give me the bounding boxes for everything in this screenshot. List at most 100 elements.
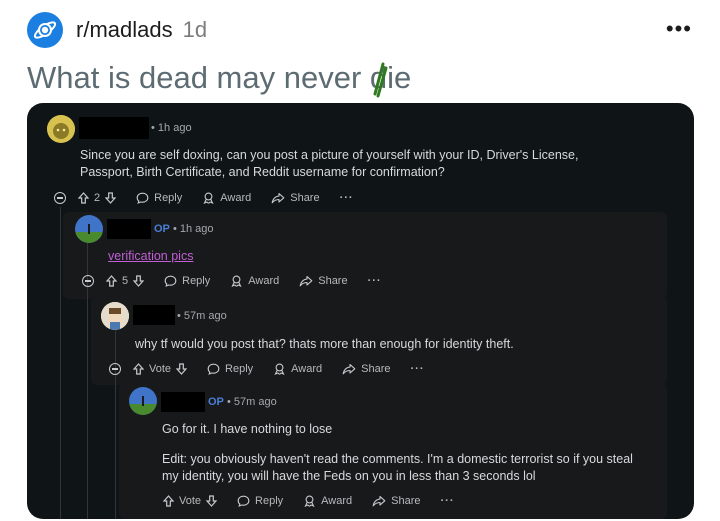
- redacted-username: [133, 305, 175, 325]
- collapse-icon[interactable]: [82, 275, 94, 287]
- upvote-icon[interactable]: [78, 192, 89, 204]
- share-icon: [342, 363, 356, 375]
- scribble-mark-icon: [373, 62, 388, 98]
- reply-label: Reply: [255, 495, 284, 507]
- comment-meta: OP • 1h ago: [154, 223, 214, 235]
- share-button[interactable]: Share: [372, 495, 421, 507]
- award-icon: [203, 192, 214, 204]
- reply-button[interactable]: Reply: [164, 275, 210, 287]
- more-options-icon[interactable]: •••: [666, 18, 692, 40]
- award-button[interactable]: Award: [230, 275, 279, 287]
- subreddit-name[interactable]: r/madlads: [76, 17, 173, 43]
- avatar[interactable]: [47, 115, 75, 143]
- more-actions-button[interactable]: ···: [411, 363, 425, 375]
- comment-text: why tf would you post that? thats more t…: [135, 337, 514, 351]
- share-icon: [299, 275, 313, 287]
- award-label: Award: [321, 495, 353, 507]
- vote-control: Vote: [133, 363, 188, 375]
- comment-meta: • 57m ago: [177, 310, 227, 322]
- more-actions-button[interactable]: ···: [441, 495, 455, 507]
- reply-icon: [237, 495, 250, 507]
- redacted-username: [79, 117, 149, 139]
- reply-label: Reply: [182, 275, 211, 287]
- comment-edit-text: Edit: you obviously haven't read the com…: [162, 452, 633, 483]
- comment-time: 57m ago: [183, 310, 227, 322]
- upvote-icon[interactable]: [106, 275, 117, 287]
- planet-icon: [33, 21, 57, 39]
- reply-label: Reply: [225, 363, 254, 375]
- award-icon: [274, 363, 285, 375]
- comment-actions: Vote Reply Award Share ···: [109, 359, 445, 379]
- comment-text: Since you are self doxing, can you post …: [80, 148, 579, 179]
- comment-time: 57m ago: [233, 396, 277, 408]
- share-button[interactable]: Share: [271, 192, 320, 204]
- award-button[interactable]: Award: [202, 192, 251, 204]
- thread-line: [60, 207, 61, 519]
- share-icon: [271, 192, 285, 204]
- collapse-icon[interactable]: [109, 363, 121, 375]
- avatar-cat-icon: [47, 115, 75, 143]
- subreddit-icon[interactable]: [27, 12, 63, 48]
- op-badge: OP: [154, 223, 170, 235]
- reply-button[interactable]: Reply: [136, 192, 182, 204]
- avatar[interactable]: [75, 215, 103, 243]
- reply-icon: [136, 192, 149, 204]
- vote-label: Vote: [179, 495, 202, 507]
- award-button[interactable]: Award: [303, 495, 352, 507]
- share-button[interactable]: Share: [342, 363, 391, 375]
- avatar-landscape-icon: [129, 387, 157, 415]
- redacted-username: [161, 392, 205, 412]
- share-button[interactable]: Share: [299, 275, 348, 287]
- downvote-icon[interactable]: [105, 192, 117, 204]
- reply-button[interactable]: Reply: [207, 363, 253, 375]
- share-label: Share: [318, 275, 348, 287]
- comment-time: 1h ago: [157, 122, 192, 134]
- vote-count: 5: [122, 275, 129, 287]
- comment-text: Go for it. I have nothing to lose: [162, 422, 333, 436]
- downvote-icon[interactable]: [176, 363, 188, 375]
- avatar[interactable]: [101, 302, 129, 330]
- avatar-character-icon: [101, 302, 129, 330]
- more-actions-button[interactable]: ···: [340, 192, 354, 204]
- share-icon: [372, 495, 386, 507]
- comment-actions: 5 Reply Award Share ···: [82, 271, 402, 291]
- award-label: Award: [220, 192, 252, 204]
- redacted-username: [107, 219, 151, 239]
- share-label: Share: [391, 495, 421, 507]
- vote-control: 2: [78, 192, 117, 204]
- verification-link[interactable]: verification pics: [108, 248, 193, 265]
- vote-count: 2: [94, 192, 101, 204]
- upvote-icon[interactable]: [163, 495, 174, 507]
- collapse-icon[interactable]: [54, 192, 66, 204]
- comment-meta: • 1h ago: [151, 122, 192, 134]
- vote-control: Vote: [163, 495, 218, 507]
- share-label: Share: [290, 192, 320, 204]
- vote-label: Vote: [149, 363, 172, 375]
- comment-meta: OP • 57m ago: [208, 396, 277, 408]
- downvote-icon[interactable]: [133, 275, 145, 287]
- upvote-icon[interactable]: [133, 363, 144, 375]
- avatar[interactable]: [129, 387, 157, 415]
- more-actions-button[interactable]: ···: [368, 275, 382, 287]
- reply-icon: [164, 275, 177, 287]
- comment-actions: Vote Reply Award Share ···: [163, 491, 475, 511]
- award-label: Award: [291, 363, 323, 375]
- reply-button[interactable]: Reply: [237, 495, 283, 507]
- downvote-icon[interactable]: [206, 495, 218, 507]
- vote-control: 5: [106, 275, 145, 287]
- award-label: Award: [248, 275, 280, 287]
- post-header: r/madlads 1d: [27, 12, 207, 48]
- op-badge: OP: [208, 396, 224, 408]
- comment-screenshot: • 1h ago Since you are self doxing, can …: [27, 103, 694, 519]
- award-icon: [231, 275, 242, 287]
- share-label: Share: [361, 363, 391, 375]
- reply-label: Reply: [154, 192, 183, 204]
- comment-time: 1h ago: [179, 223, 214, 235]
- avatar-landscape-icon: [75, 215, 103, 243]
- post-age: 1d: [182, 17, 208, 42]
- post-title[interactable]: What is dead may never die: [27, 60, 411, 96]
- award-button[interactable]: Award: [273, 363, 322, 375]
- award-icon: [304, 495, 315, 507]
- reply-icon: [207, 363, 220, 375]
- comment-actions: 2 Reply Award Share ···: [54, 188, 374, 208]
